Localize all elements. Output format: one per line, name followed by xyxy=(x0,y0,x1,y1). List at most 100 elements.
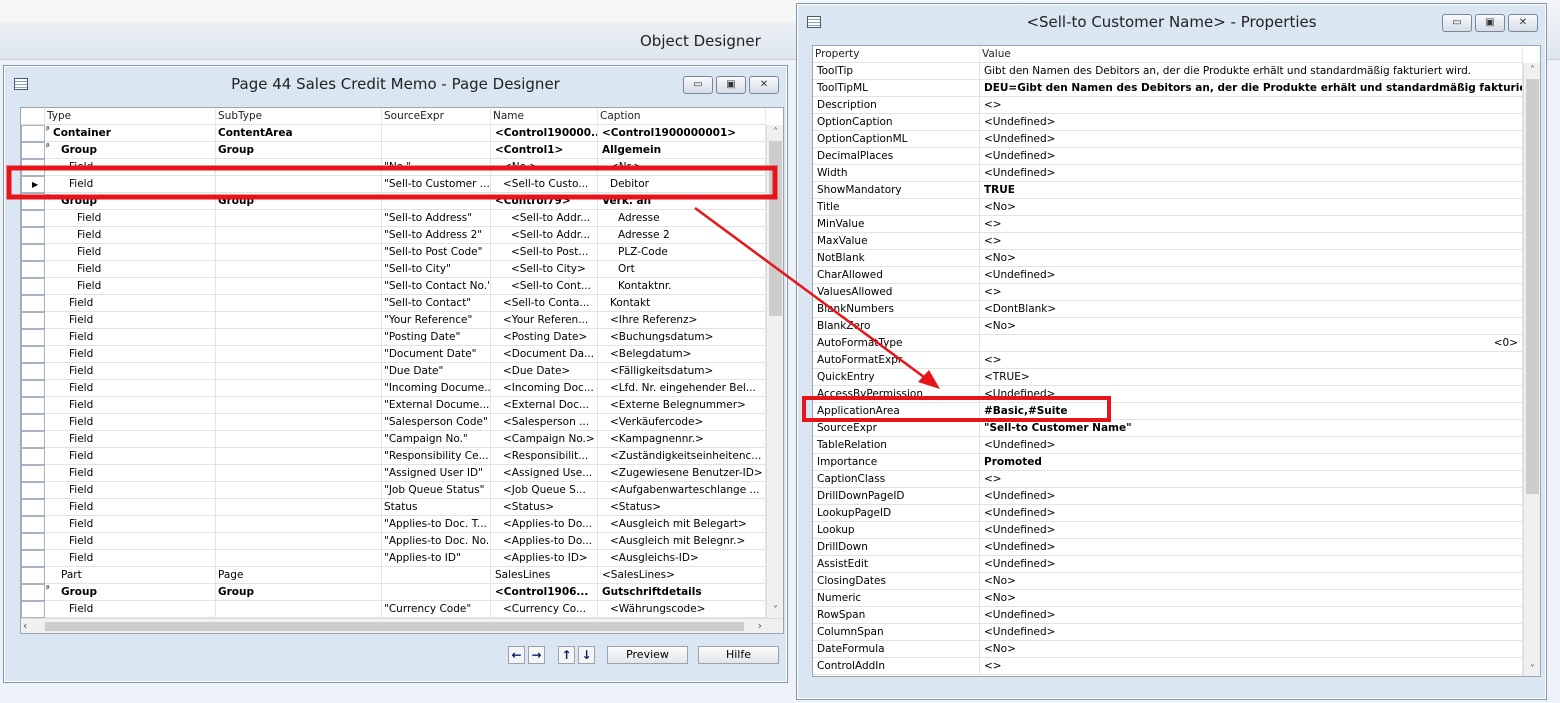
cell-type[interactable]: Field xyxy=(45,550,216,567)
cell-type[interactable]: Field xyxy=(45,431,216,448)
property-row[interactable]: ValuesAllowed <> xyxy=(813,284,1523,301)
table-row[interactable]: Field "Job Queue Status" <Job Queue S... <A… xyxy=(21,482,766,499)
property-row[interactable]: DrillDown <Undefined> xyxy=(813,539,1523,556)
column-header-sourceexpr[interactable]: SourceExpr xyxy=(382,108,491,125)
property-value[interactable]: <> xyxy=(980,352,1523,369)
cell-name[interactable]: <Sell-to Addr... xyxy=(491,210,598,227)
property-row[interactable]: CaptionClass <> xyxy=(813,471,1523,488)
cell-subtype[interactable] xyxy=(216,601,382,618)
table-row[interactable]: ▶ Field "Sell-to Customer ... <Sell-to Cust… xyxy=(21,176,766,193)
scroll-down-arrow[interactable]: ˅ xyxy=(1524,664,1540,675)
cell-type[interactable]: Field xyxy=(45,295,216,312)
property-row[interactable]: Title <No> xyxy=(813,199,1523,216)
cell-caption[interactable]: Gutschriftdetails xyxy=(598,584,766,601)
cell-subtype[interactable] xyxy=(216,499,382,516)
cell-source[interactable] xyxy=(382,193,491,210)
row-selector[interactable] xyxy=(21,142,45,159)
row-selector[interactable] xyxy=(21,601,45,618)
property-row[interactable]: NotBlank <No> xyxy=(813,250,1523,267)
property-row[interactable]: DateFormula <No> xyxy=(813,641,1523,658)
property-value[interactable]: <Undefined> xyxy=(980,505,1523,522)
cell-caption[interactable]: <Aufgabenwarteschlange ... xyxy=(598,482,766,499)
cell-name[interactable]: <No.> xyxy=(491,159,598,176)
cell-subtype[interactable] xyxy=(216,346,382,363)
property-row[interactable]: DecimalPlaces <Undefined> xyxy=(813,148,1523,165)
row-selector[interactable]: ▶ xyxy=(21,176,45,193)
column-header-subtype[interactable]: SubType xyxy=(216,108,382,125)
vertical-scrollbar[interactable]: ˄ ˅ xyxy=(1523,63,1540,676)
vertical-scrollbar[interactable]: ˄ ˅ xyxy=(766,125,783,618)
row-selector[interactable] xyxy=(21,193,45,210)
scroll-thumb[interactable] xyxy=(1526,79,1539,494)
cell-caption[interactable]: Adresse xyxy=(598,210,766,227)
row-selector[interactable] xyxy=(21,584,45,601)
table-row[interactable]: Field Status <Status> <Status> xyxy=(21,499,766,516)
cell-name[interactable]: <Status> xyxy=(491,499,598,516)
property-row[interactable]: Lookup <Undefined> xyxy=(813,522,1523,539)
cell-subtype[interactable] xyxy=(216,244,382,261)
table-row[interactable]: Field "Campaign No." <Campaign No.> <Kampag… xyxy=(21,431,766,448)
cell-type[interactable]: Field xyxy=(45,448,216,465)
cell-source[interactable]: "Currency Code" xyxy=(382,601,491,618)
table-row[interactable]: Field "Document Date" <Document Da... <Bele… xyxy=(21,346,766,363)
cell-type[interactable]: Field xyxy=(45,363,216,380)
row-selector[interactable] xyxy=(21,465,45,482)
property-value[interactable]: <> xyxy=(980,284,1523,301)
cell-caption[interactable]: <Kampagnennr.> xyxy=(598,431,766,448)
cell-type[interactable]: Field xyxy=(45,210,216,227)
cell-subtype[interactable] xyxy=(216,516,382,533)
property-value[interactable]: <No> xyxy=(980,199,1523,216)
property-row[interactable]: OptionCaptionML <Undefined> xyxy=(813,131,1523,148)
cell-subtype[interactable] xyxy=(216,448,382,465)
cell-caption[interactable]: <Fälligkeitsdatum> xyxy=(598,363,766,380)
row-selector[interactable] xyxy=(21,295,45,312)
cell-subtype[interactable] xyxy=(216,363,382,380)
table-row[interactable]: Field "Sell-to Address 2" <Sell-to Addr...… xyxy=(21,227,766,244)
cell-source[interactable]: "Document Date" xyxy=(382,346,491,363)
table-row[interactable]: Field "Applies-to Doc. T... <Applies-to Do… xyxy=(21,516,766,533)
row-selector[interactable] xyxy=(21,159,45,176)
property-row[interactable]: ShowMandatory TRUE xyxy=(813,182,1523,199)
property-value[interactable]: <Undefined> xyxy=(980,607,1523,624)
help-button[interactable]: Hilfe xyxy=(698,646,779,664)
cell-subtype[interactable] xyxy=(216,227,382,244)
maximize-button[interactable]: ▣ xyxy=(716,76,746,94)
property-row[interactable]: ApplicationArea #Basic,#Suite xyxy=(813,403,1523,420)
close-button[interactable]: ✕ xyxy=(1508,14,1538,32)
move-down-button[interactable]: ↓ xyxy=(578,646,595,664)
table-row[interactable]: Field "Sell-to Contact No." <Sell-to Cont.… xyxy=(21,278,766,295)
row-selector[interactable] xyxy=(21,261,45,278)
row-selector[interactable] xyxy=(21,329,45,346)
property-row[interactable]: TableRelation <Undefined> xyxy=(813,437,1523,454)
cell-type[interactable]: Field xyxy=(45,227,216,244)
property-value[interactable]: "Sell-to Customer Name" xyxy=(980,420,1523,437)
property-value[interactable]: TRUE xyxy=(980,182,1523,199)
cell-caption[interactable]: <Control1900000001> xyxy=(598,125,766,142)
table-row[interactable]: Field "Applies-to ID" <Applies-to ID> <Ausg… xyxy=(21,550,766,567)
property-value[interactable]: <No> xyxy=(980,590,1523,607)
cell-caption[interactable]: <Nr.> xyxy=(598,159,766,176)
cell-subtype[interactable] xyxy=(216,431,382,448)
cell-type[interactable]: Field xyxy=(45,414,216,431)
cell-caption[interactable]: <Lfd. Nr. eingehender Bel... xyxy=(598,380,766,397)
property-value[interactable]: <No> xyxy=(980,318,1523,335)
cell-subtype[interactable] xyxy=(216,465,382,482)
property-value[interactable]: <Undefined> xyxy=(980,556,1523,573)
cell-name[interactable]: <Salesperson ... xyxy=(491,414,598,431)
cell-caption[interactable]: <SalesLines> xyxy=(598,567,766,584)
cell-source[interactable] xyxy=(382,142,491,159)
cell-subtype[interactable] xyxy=(216,176,382,193)
table-row[interactable]: Group Group <Control79> Verk. an ᵝ xyxy=(21,193,766,210)
cell-subtype[interactable]: Page xyxy=(216,567,382,584)
property-value[interactable]: #Basic,#Suite xyxy=(980,403,1523,420)
property-value[interactable]: DEU=Gibt den Namen des Debitors an, der … xyxy=(980,80,1523,97)
property-value[interactable]: <Undefined> xyxy=(980,148,1523,165)
property-value[interactable]: Gibt den Namen des Debitors an, der die … xyxy=(980,63,1523,80)
property-row[interactable]: DrillDownPageID <Undefined> xyxy=(813,488,1523,505)
property-row[interactable]: ControlAddIn <> xyxy=(813,658,1523,675)
cell-type[interactable]: Field xyxy=(45,346,216,363)
cell-subtype[interactable] xyxy=(216,159,382,176)
property-value[interactable]: <TRUE> xyxy=(980,369,1523,386)
property-value[interactable]: <Undefined> xyxy=(980,165,1523,182)
cell-type[interactable]: Field xyxy=(45,397,216,414)
